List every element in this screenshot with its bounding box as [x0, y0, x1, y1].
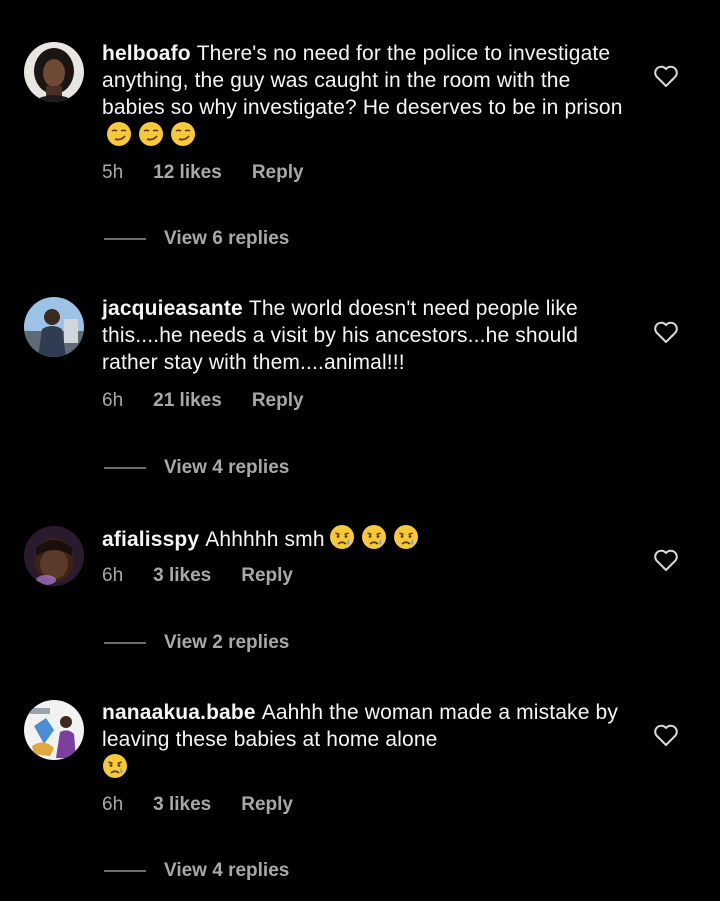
- comment-meta: 5h 12 likes Reply: [102, 162, 334, 184]
- crying-face-icon: [329, 525, 354, 549]
- timestamp: 5h: [102, 162, 124, 183]
- reply-button[interactable]: Reply: [241, 794, 293, 815]
- likes-count[interactable]: 21 likes: [153, 390, 222, 411]
- comment-meta: 6h 3 likes Reply: [102, 565, 323, 587]
- timestamp: 6h: [102, 794, 124, 815]
- likes-count[interactable]: 3 likes: [153, 794, 211, 815]
- avatar[interactable]: [24, 526, 84, 586]
- crying-face-icon: [103, 754, 127, 778]
- divider-line: [104, 642, 146, 644]
- reply-button[interactable]: Reply: [252, 162, 304, 183]
- view-replies-button[interactable]: View 2 replies: [104, 632, 289, 654]
- view-replies-button[interactable]: View 6 replies: [104, 228, 289, 250]
- smirking-face-icon: [139, 122, 163, 146]
- like-heart-icon[interactable]: [653, 548, 679, 572]
- comment-text-block: jacquieasante The world doesn't need peop…: [102, 295, 627, 376]
- reply-button[interactable]: Reply: [241, 565, 293, 586]
- like-heart-icon[interactable]: [653, 723, 679, 747]
- view-replies-label: View 4 replies: [164, 457, 290, 478]
- username[interactable]: jacquieasante: [102, 297, 243, 320]
- comment-text: Ahhhhh smh: [205, 528, 325, 551]
- like-heart-icon[interactable]: [653, 320, 679, 344]
- comment-body: afialisspy Ahhhhh smh: [102, 524, 627, 553]
- comment-text-block: nanaakua.babe Aahhh the woman made a mist…: [102, 699, 627, 782]
- reply-button[interactable]: Reply: [252, 390, 304, 411]
- view-replies-label: View 6 replies: [164, 228, 290, 249]
- like-heart-icon[interactable]: [653, 64, 679, 88]
- smirking-face-icon: [107, 122, 131, 146]
- crying-face-icon: [393, 525, 418, 549]
- username[interactable]: nanaakua.babe: [102, 701, 256, 724]
- likes-count[interactable]: 12 likes: [153, 162, 222, 183]
- comment-body: helboafo There's no need for the police t…: [102, 40, 627, 150]
- divider-line: [104, 467, 146, 469]
- comment-text-block: afialisspy Ahhhhh smh: [102, 524, 627, 553]
- comment-body: jacquieasante The world doesn't need peop…: [102, 295, 627, 376]
- view-replies-label: View 4 replies: [164, 860, 290, 881]
- comment-text-block: helboafo There's no need for the police t…: [102, 40, 627, 150]
- divider-line: [104, 238, 146, 240]
- comment-meta: 6h 21 likes Reply: [102, 390, 334, 412]
- comment-body: nanaakua.babe Aahhh the woman made a mist…: [102, 699, 627, 782]
- username[interactable]: afialisspy: [102, 528, 199, 551]
- timestamp: 6h: [102, 390, 124, 411]
- view-replies-button[interactable]: View 4 replies: [104, 457, 289, 479]
- avatar[interactable]: [24, 297, 84, 357]
- likes-count[interactable]: 3 likes: [153, 565, 211, 586]
- username[interactable]: helboafo: [102, 42, 191, 65]
- view-replies-label: View 2 replies: [164, 632, 290, 653]
- smirking-face-icon: [171, 122, 195, 146]
- avatar[interactable]: [24, 700, 84, 760]
- view-replies-button[interactable]: View 4 replies: [104, 860, 289, 882]
- timestamp: 6h: [102, 565, 124, 586]
- crying-face-icon: [361, 525, 386, 549]
- divider-line: [104, 870, 146, 872]
- comment-meta: 6h 3 likes Reply: [102, 794, 323, 816]
- avatar[interactable]: [24, 42, 84, 102]
